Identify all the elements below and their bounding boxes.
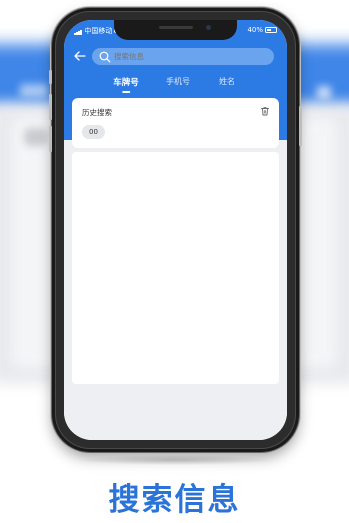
results-panel	[72, 152, 279, 384]
carrier-name: 中国移动	[84, 27, 113, 35]
background-icon-smudge	[317, 86, 331, 100]
history-title: 历史搜索	[82, 108, 112, 117]
battery-percent: 40%	[247, 26, 263, 34]
phone-notch	[114, 20, 237, 40]
search-history-card: 历史搜索 00	[72, 98, 279, 148]
front-camera	[206, 25, 211, 30]
tab-label: 车牌号	[113, 78, 139, 88]
background-chip-smudge	[24, 128, 48, 146]
search-bar-row	[64, 46, 287, 66]
search-type-tabs: 车牌号 手机号 姓名	[64, 76, 287, 96]
search-box[interactable]	[92, 48, 274, 65]
status-right: 40%	[247, 26, 277, 34]
arrow-left-icon	[74, 51, 86, 61]
volume-down-button	[49, 126, 52, 152]
battery-icon	[265, 27, 277, 33]
speaker-grille	[159, 26, 193, 29]
active-tab-indicator	[121, 91, 130, 93]
search-input[interactable]	[114, 51, 264, 61]
mute-switch	[49, 70, 52, 84]
tab-label: 姓名	[219, 77, 235, 86]
search-icon	[99, 51, 111, 63]
signal-icon	[74, 27, 82, 35]
status-left: 中国移动	[74, 26, 119, 36]
tab-name[interactable]: 姓名	[219, 76, 235, 87]
trash-icon[interactable]	[260, 106, 270, 116]
background-text-smudge	[20, 84, 48, 98]
history-item[interactable]: 00	[82, 125, 105, 139]
volume-up-button	[49, 94, 52, 120]
power-button	[299, 106, 302, 146]
tab-phone-number[interactable]: 手机号	[166, 76, 190, 87]
tab-plate-number[interactable]: 车牌号	[113, 76, 139, 93]
back-button[interactable]	[72, 48, 88, 64]
phone-screen: 中国移动 40% 车牌号	[64, 20, 287, 440]
phone-frame: 中国移动 40% 车牌号	[49, 8, 302, 452]
tab-label: 手机号	[166, 77, 190, 86]
feature-caption: 搜索信息	[108, 482, 241, 518]
phone-shadow	[78, 455, 272, 465]
